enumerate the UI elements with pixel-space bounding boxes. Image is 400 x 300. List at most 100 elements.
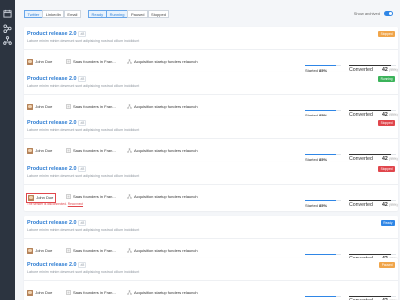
campaign-number-badge: #8 bbox=[78, 76, 87, 82]
sequence-name: Acquisition startup funders relaunch bbox=[134, 104, 198, 109]
converted-label: Converted42 (99%) bbox=[349, 202, 398, 208]
owner-chip[interactable]: John Doe bbox=[26, 247, 54, 255]
campaign-title-row: Product release 2.0 #8 bbox=[27, 220, 87, 226]
status-badge: Stopped bbox=[378, 166, 395, 172]
campaign-details: John Doe Saas founders in Fran... Acquis… bbox=[24, 138, 398, 164]
sequence-name: Acquisition startup funders relaunch bbox=[134, 248, 198, 253]
campaign-details: John Doe Saas founders in Fran... Acquis… bbox=[24, 280, 398, 300]
campaign-card[interactable]: Product release 2.0 #8 Labore minim mini… bbox=[24, 72, 398, 121]
prospect-list-link[interactable]: Saas founders in Fran... bbox=[66, 194, 116, 199]
campaign-number-badge: #8 bbox=[78, 220, 87, 226]
prospect-list-link[interactable]: Saas founders in Fran... bbox=[66, 59, 116, 64]
started-label: Started 85% bbox=[305, 203, 328, 208]
prospect-list-name: Saas founders in Fran... bbox=[73, 104, 116, 109]
filter-linkedin[interactable]: LinkedIn bbox=[42, 10, 65, 18]
prospect-list-link[interactable]: Saas founders in Fran... bbox=[66, 104, 116, 109]
campaign-title[interactable]: Product release 2.0 bbox=[27, 262, 76, 268]
started-progress-bar bbox=[305, 65, 341, 66]
filter-stopped[interactable]: Stopped bbox=[147, 10, 170, 18]
owner-chip[interactable]: John Doe bbox=[26, 289, 54, 297]
owner-chip[interactable]: John Doe bbox=[26, 103, 54, 111]
started-progress-bar bbox=[305, 110, 341, 111]
campaign-title[interactable]: Product release 2.0 bbox=[27, 76, 76, 82]
converted-progress-fill bbox=[349, 154, 392, 155]
sender-error-message: The sender is disconnected. Reconnect bbox=[27, 202, 83, 206]
flow-icon[interactable] bbox=[3, 24, 12, 33]
prospect-list-name: Saas founders in Fran... bbox=[73, 248, 116, 253]
status-badge: Ready bbox=[380, 220, 395, 226]
owner-chip[interactable]: John Doe bbox=[26, 147, 54, 155]
list-icon bbox=[66, 104, 71, 109]
list-icon bbox=[66, 148, 71, 153]
avatar bbox=[27, 247, 34, 254]
filter-toolbar: Twitter LinkedIn Email Ready Running Pau… bbox=[24, 10, 400, 20]
campaign-title[interactable]: Product release 2.0 bbox=[27, 120, 76, 126]
started-progress-fill bbox=[305, 110, 336, 111]
campaign-details: John Doe Saas founders in Fran... Acquis… bbox=[24, 184, 398, 210]
network-icon bbox=[127, 104, 132, 109]
filter-ready[interactable]: Ready bbox=[88, 10, 107, 18]
campaign-card[interactable]: Product release 2.0 #8 Labore minim mini… bbox=[24, 27, 398, 76]
list-icon bbox=[66, 194, 71, 199]
filter-running[interactable]: Running bbox=[106, 10, 128, 18]
prospect-list-name: Saas founders in Fran... bbox=[73, 59, 116, 64]
owner-chip[interactable]: John Doe bbox=[26, 58, 54, 66]
owner-name: John Doe bbox=[35, 290, 53, 296]
sequence-link[interactable]: Acquisition startup funders relaunch bbox=[127, 148, 198, 153]
started-progress-bar bbox=[305, 296, 341, 297]
list-icon bbox=[66, 59, 71, 64]
owner-name: John Doe bbox=[35, 59, 53, 65]
filter-email[interactable]: Email bbox=[63, 10, 81, 18]
sequence-link[interactable]: Acquisition startup funders relaunch bbox=[127, 248, 198, 253]
avatar bbox=[27, 289, 34, 296]
status-badge: Running bbox=[378, 76, 395, 82]
started-progress-fill bbox=[305, 296, 336, 297]
sequence-link[interactable]: Acquisition startup funders relaunch bbox=[127, 290, 198, 295]
campaign-title[interactable]: Product release 2.0 bbox=[27, 31, 76, 37]
status-badge: Stopped bbox=[378, 31, 395, 37]
network-icon[interactable] bbox=[3, 36, 12, 45]
converted-progress-fill bbox=[349, 65, 392, 66]
calendar-icon[interactable] bbox=[3, 9, 12, 18]
converted-progress-bar bbox=[349, 200, 396, 201]
started-stat: Started 85% bbox=[305, 194, 341, 212]
campaign-number-badge: #8 bbox=[78, 120, 87, 126]
campaign-description: Labore minim minim deserunt sunt adipisi… bbox=[27, 39, 140, 43]
prospect-list-name: Saas founders in Fran... bbox=[73, 194, 116, 199]
sequence-link[interactable]: Acquisition startup funders relaunch bbox=[127, 194, 198, 199]
campaign-number-badge: #8 bbox=[78, 166, 87, 172]
campaign-title[interactable]: Product release 2.0 bbox=[27, 166, 76, 172]
reconnect-link[interactable]: Reconnect bbox=[68, 202, 83, 206]
prospect-list-link[interactable]: Saas founders in Fran... bbox=[66, 148, 116, 153]
prospect-list-link[interactable]: Saas founders in Fran... bbox=[66, 290, 116, 295]
started-progress-bar bbox=[305, 154, 341, 155]
list-icon bbox=[66, 248, 71, 253]
show-archived-toggle[interactable] bbox=[384, 11, 393, 16]
sender-error-text: The sender is disconnected. bbox=[27, 201, 68, 206]
show-archived: Show archived bbox=[354, 11, 393, 16]
prospect-list-name: Saas founders in Fran... bbox=[73, 290, 116, 295]
converted-progress-bar bbox=[349, 110, 396, 111]
sequence-link[interactable]: Acquisition startup funders relaunch bbox=[127, 104, 198, 109]
sidebar bbox=[0, 0, 15, 300]
sequence-link[interactable]: Acquisition startup funders relaunch bbox=[127, 59, 198, 64]
filter-paused[interactable]: Paused bbox=[127, 10, 149, 18]
started-progress-bar bbox=[305, 200, 341, 201]
network-icon bbox=[127, 248, 132, 253]
prospect-list-link[interactable]: Saas founders in Fran... bbox=[66, 248, 116, 253]
campaign-description: Labore minim minim deserunt sunt adipisi… bbox=[27, 128, 140, 132]
channel-filter: Twitter LinkedIn Email bbox=[24, 10, 81, 18]
status-filter: Ready Running Paused Stopped bbox=[88, 10, 170, 18]
show-archived-label: Show archived bbox=[353, 11, 380, 16]
campaign-title[interactable]: Product release 2.0 bbox=[27, 220, 76, 226]
status-badge: Paused bbox=[379, 262, 395, 268]
campaign-title-row: Product release 2.0 #8 bbox=[27, 76, 87, 82]
prospect-list-name: Saas founders in Fran... bbox=[73, 148, 116, 153]
filter-twitter[interactable]: Twitter bbox=[24, 10, 43, 18]
campaign-card[interactable]: Product release 2.0 #8 Labore minim mini… bbox=[24, 116, 398, 165]
converted-stat: Converted42 (99%) bbox=[349, 289, 398, 300]
converted-progress-bar bbox=[349, 296, 396, 297]
campaign-card[interactable]: Product release 2.0 #8 Labore minim mini… bbox=[24, 258, 398, 300]
owner-name: John Doe bbox=[36, 195, 54, 201]
campaign-card[interactable]: Product release 2.0 #8 Labore minim mini… bbox=[24, 162, 398, 211]
